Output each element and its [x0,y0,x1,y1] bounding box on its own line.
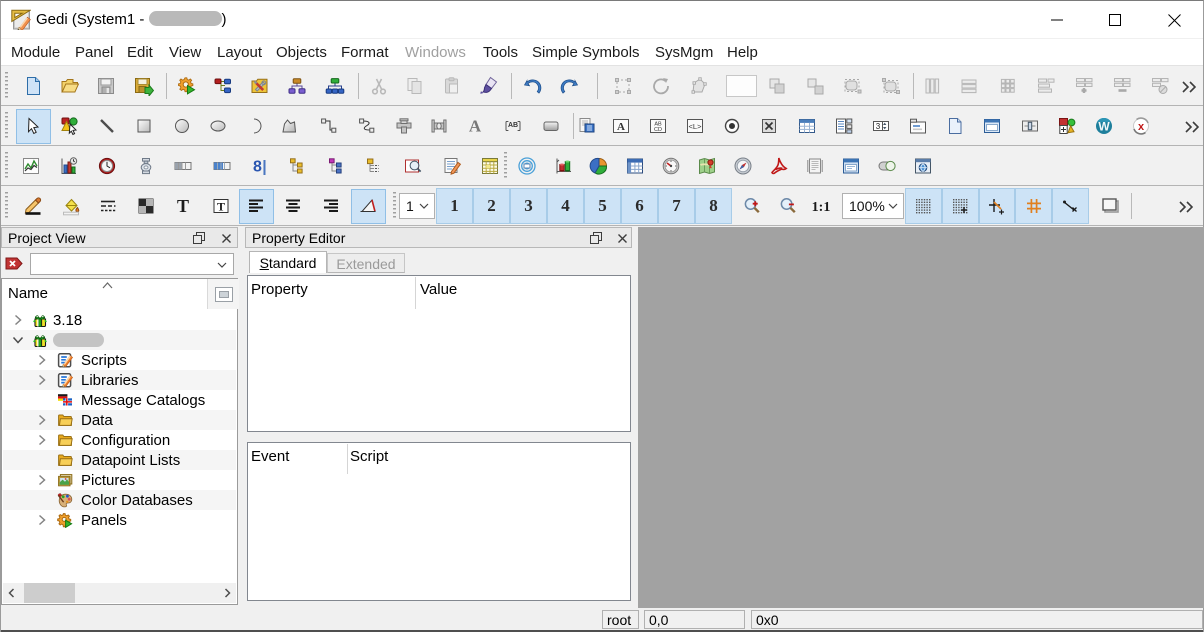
svg-text:8: 8 [253,159,262,176]
svg-text:T: T [177,196,189,216]
svg-text:A: A [617,121,625,133]
svg-text:CD: CD [654,127,662,133]
svg-text:A: A [469,117,482,136]
svg-text:|: | [262,159,266,176]
svg-text:3: 3 [876,122,881,131]
svg-text:1:1: 1:1 [812,200,831,215]
svg-text:x: x [1138,121,1145,133]
svg-text:W: W [1098,120,1110,134]
svg-text:T: T [217,200,225,214]
svg-text:AB: AB [508,122,518,129]
svg-text:<L>: <L> [689,122,703,131]
